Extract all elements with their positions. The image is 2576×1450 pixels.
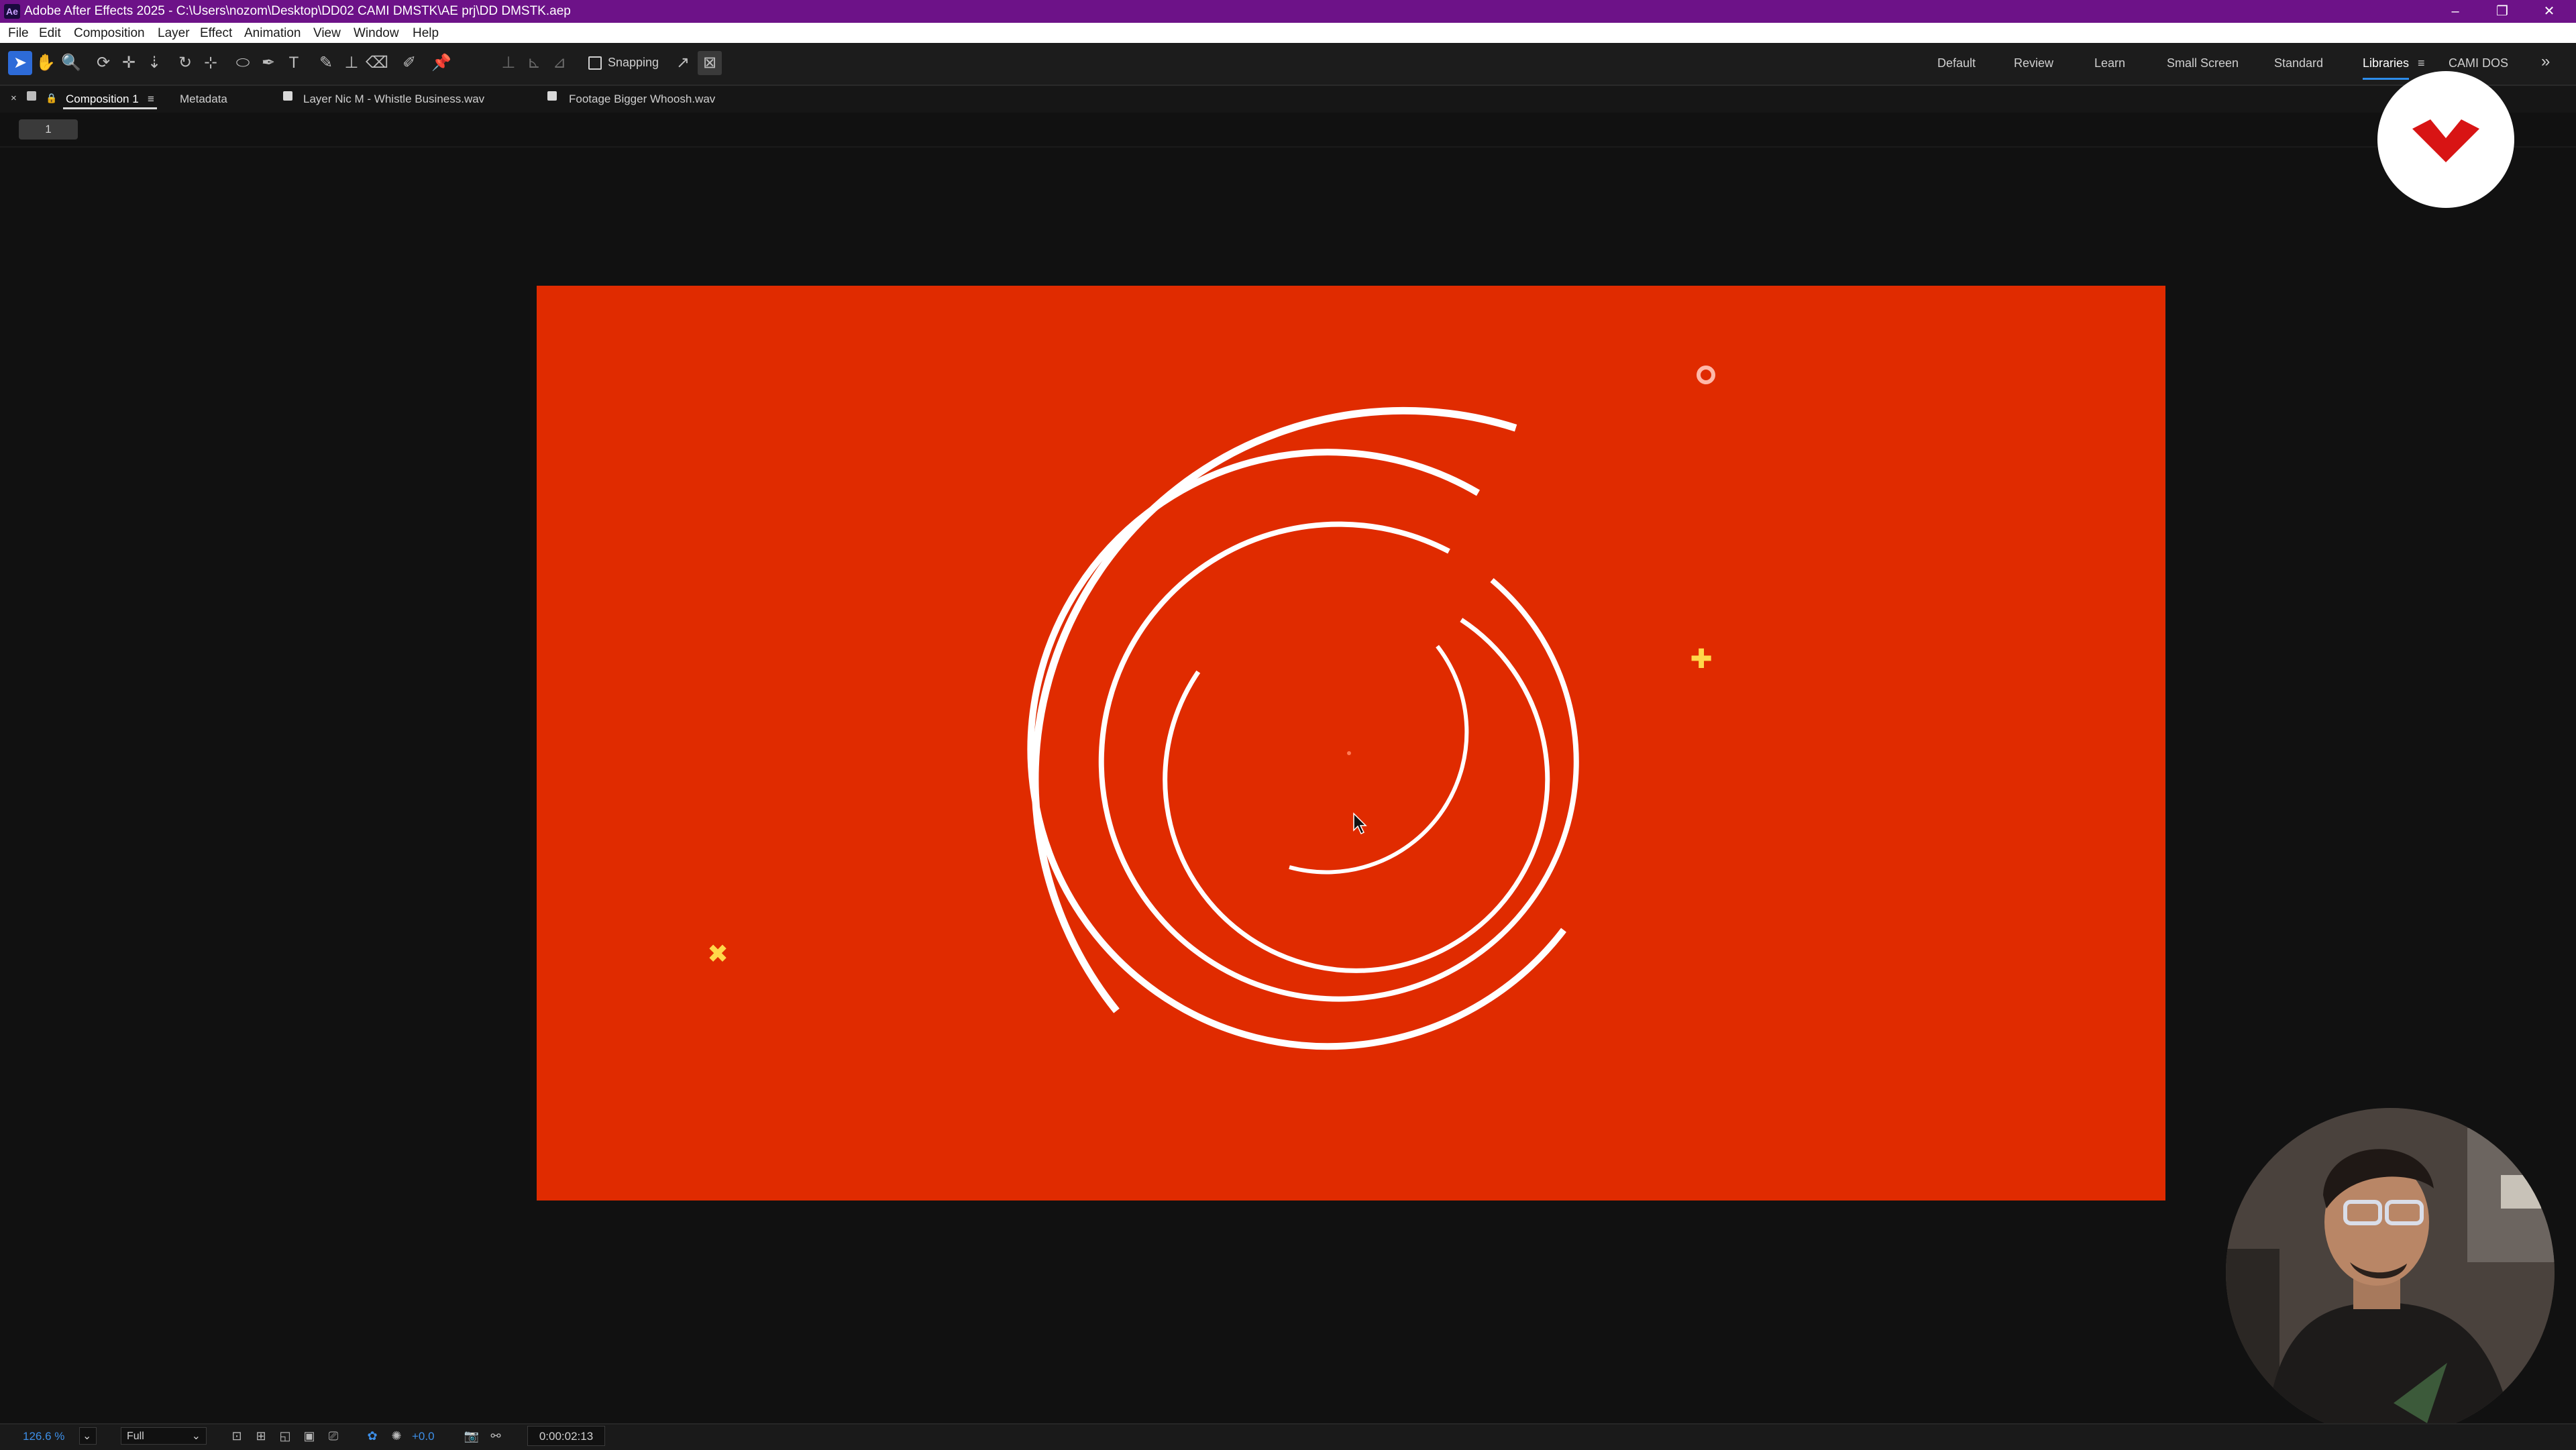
workspace-menu-icon[interactable]: ≡ (2418, 56, 2425, 70)
workspace-cami-dos[interactable]: CAMI DOS (2449, 56, 2508, 70)
restore-button[interactable]: ❐ (2482, 1, 2522, 21)
ring-sparkle-icon (1697, 366, 1715, 384)
selection-tool-icon[interactable]: ➤ (8, 51, 32, 75)
title-bar: Ae Adobe After Effects 2025 - C:\Users\n… (0, 0, 2576, 23)
transparency-grid-icon[interactable]: ⊞ (252, 1427, 270, 1445)
composition-canvas[interactable]: ✚ ✖ (537, 286, 2165, 1201)
tab-footage-whoosh[interactable]: Footage Bigger Whoosh.wav (569, 93, 715, 106)
fourth-arc (1163, 618, 1550, 973)
viewer-divider (0, 146, 2576, 148)
webcam-image (2226, 1108, 2555, 1437)
mask-visibility-icon[interactable]: ◱ (276, 1427, 294, 1445)
fast-previews-icon[interactable]: ⎚ (325, 1427, 342, 1445)
second-arc (1027, 449, 1566, 1050)
lock-icon[interactable]: 🔒 (46, 93, 57, 104)
menu-file[interactable]: File (8, 26, 29, 41)
comp-tab-square-icon (27, 91, 36, 101)
pen-tool-icon[interactable]: ✒ (256, 51, 280, 75)
region-of-interest-icon[interactable]: ⊡ (228, 1427, 246, 1445)
comp-artwork: ✚ ✖ (707, 366, 1715, 1050)
panel-menu-icon[interactable]: ≡ (148, 93, 154, 106)
eraser-tool-icon[interactable]: ⌫ (365, 51, 389, 75)
mouse-cursor-icon (1353, 812, 1367, 835)
type-tool-icon[interactable]: T (282, 51, 306, 75)
workspace-default[interactable]: Default (1937, 56, 1976, 70)
menu-effect[interactable]: Effect (200, 26, 232, 41)
snap-edges-icon[interactable]: ↗ (671, 51, 695, 75)
close-window-button[interactable]: ✕ (2529, 1, 2569, 21)
minimize-button[interactable]: – (2435, 1, 2475, 21)
third-arc (1098, 521, 1579, 1002)
ellipse-tool-icon[interactable]: ⬭ (231, 51, 255, 75)
current-time-display[interactable]: 0:00:02:13 (527, 1426, 605, 1446)
brush-tool-icon[interactable]: ✎ (314, 51, 338, 75)
workspace-standard[interactable]: Standard (2274, 56, 2323, 70)
orbit-camera-tool-icon[interactable]: ⟳ (91, 51, 115, 75)
pan-behind-tool-icon[interactable]: ⊹ (199, 51, 223, 75)
menu-animation[interactable]: Animation (244, 26, 301, 41)
menu-edit[interactable]: Edit (39, 26, 61, 41)
hand-tool-icon[interactable]: ✋ (34, 51, 58, 75)
pan-camera-tool-icon[interactable]: ✛ (117, 51, 141, 75)
axis-mode-icon: ⊾ (527, 54, 541, 72)
active-tab-underline (63, 107, 157, 109)
menu-help[interactable]: Help (413, 26, 439, 41)
magnification-dropdown[interactable]: ⌄ (79, 1427, 97, 1445)
resolution-value: Full (127, 1431, 144, 1442)
viewer-number-chip[interactable]: 1 (19, 119, 78, 140)
footage-tab-square-icon (547, 91, 557, 101)
menu-window[interactable]: Window (354, 26, 399, 41)
window-title: Adobe After Effects 2025 - C:\Users\nozo… (24, 4, 571, 18)
tab-metadata[interactable]: Metadata (180, 93, 227, 106)
show-snapshot-icon[interactable]: ⚯ (487, 1427, 504, 1445)
tab-layer-whistle[interactable]: Layer Nic M - Whistle Business.wav (303, 93, 484, 106)
clone-stamp-tool-icon[interactable]: ⊥ (339, 51, 364, 75)
zoom-tool-icon[interactable]: 🔍 (59, 51, 83, 75)
menu-view[interactable]: View (313, 26, 341, 41)
workspace-libraries[interactable]: Libraries (2363, 56, 2410, 80)
color-channels-icon[interactable]: ✿ (364, 1427, 381, 1445)
dolly-camera-tool-icon[interactable]: ⇣ (142, 51, 166, 75)
puppet-pin-tool-icon[interactable]: 📌 (429, 51, 453, 75)
menu-bar: File Edit Composition Layer Effect Anima… (0, 23, 2576, 43)
snapping-label: Snapping (608, 56, 659, 69)
grid-guides-icon[interactable]: ▣ (301, 1427, 318, 1445)
plus-sparkle-icon: ✚ (1690, 644, 1713, 675)
magnification-value[interactable]: 126.6 % (23, 1430, 64, 1443)
workspace-review[interactable]: Review (2014, 56, 2053, 70)
inner-arc (1289, 645, 1469, 875)
x-sparkle-icon: ✖ (707, 939, 729, 968)
color-management-icon[interactable]: ✺ (388, 1427, 405, 1445)
viewer-status-bar (0, 1423, 2576, 1450)
close-panel-icon[interactable]: × (11, 93, 17, 104)
chevron-down-icon: ⌄ (191, 1431, 201, 1442)
snapshot-camera-icon[interactable]: 📷 (463, 1427, 480, 1445)
menu-layer[interactable]: Layer (158, 26, 190, 41)
logo-chevron-icon (2412, 119, 2479, 162)
layer-tab-square-icon (283, 91, 292, 101)
channel-logo (2377, 71, 2514, 208)
workspace-small-screen[interactable]: Small Screen (2167, 56, 2239, 70)
exposure-value[interactable]: +0.0 (412, 1430, 435, 1443)
anchor-point-dot (1347, 751, 1351, 755)
presenter-webcam (2226, 1108, 2555, 1437)
snap-points-icon[interactable]: ⊠ (698, 51, 722, 75)
menu-composition[interactable]: Composition (74, 26, 145, 41)
resolution-dropdown[interactable]: Full ⌄ (121, 1427, 207, 1445)
rotation-tool-icon[interactable]: ↻ (173, 51, 197, 75)
tab-composition-1[interactable]: Composition 1 (66, 93, 139, 106)
world-axis-icon: ⊿ (552, 54, 567, 72)
roto-brush-tool-icon[interactable]: ✐ (397, 51, 421, 75)
snapping-checkbox[interactable] (588, 56, 602, 70)
align-icon: ⊥ (501, 54, 516, 72)
workspace-learn[interactable]: Learn (2094, 56, 2125, 70)
workspace-overflow-icon[interactable]: » (2541, 52, 2550, 71)
after-effects-app-icon: Ae (4, 4, 20, 19)
